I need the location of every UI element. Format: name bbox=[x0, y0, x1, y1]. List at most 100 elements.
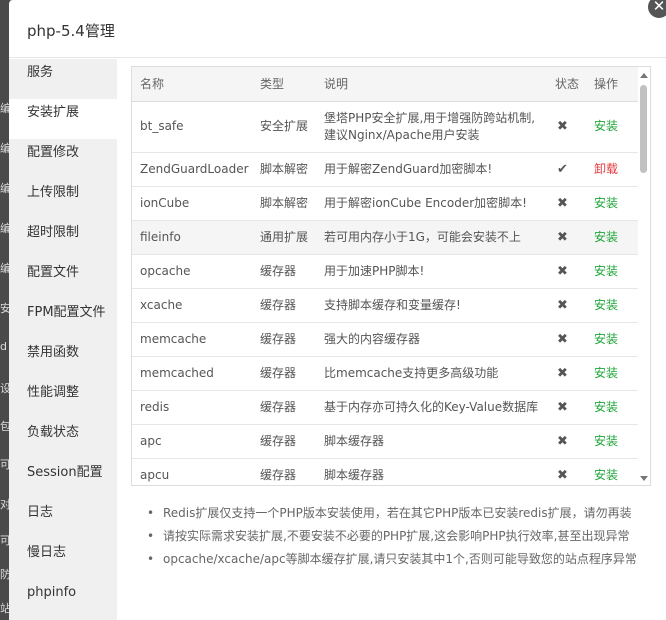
sidebar-item[interactable]: 超时限制 bbox=[9, 219, 117, 259]
sidebar-menu: 服务 安装扩展 配置修改 上传限制 超时限制 配置文件 FPM配置文件 禁用函数 性能调整 负载状… bbox=[9, 59, 117, 620]
not-installed-cross-icon: ✖ bbox=[547, 390, 586, 425]
extensions-table-container: 名称 类型 说明 状态 操作 bt_safe 安全扩展 堡塔PHP安全扩展,用于增强… bbox=[131, 66, 651, 486]
table-row: apcu 缓存器 脚本缓存器 ✖ 安装 bbox=[132, 458, 639, 485]
note-item: opcache/xcache/apc等脚本缓存扩展,请只安装其中1个,否则可能导… bbox=[147, 548, 651, 571]
extension-description: 脚本缓存器 bbox=[316, 424, 547, 459]
extension-type: 脚本解密 bbox=[252, 152, 316, 187]
install-link[interactable]: 安装 bbox=[586, 254, 639, 289]
extension-name: fileinfo bbox=[132, 220, 252, 255]
extension-name: ZendGuardLoader bbox=[132, 152, 252, 187]
sidebar-item[interactable]: 配置文件 bbox=[9, 259, 117, 299]
table-scrollbar[interactable] bbox=[638, 67, 650, 485]
extension-name: redis bbox=[132, 390, 252, 425]
sidebar-item[interactable]: 慢日志 bbox=[9, 539, 117, 579]
header-operation: 操作 bbox=[586, 67, 639, 102]
extension-description: 用于加速PHP脚本! bbox=[316, 254, 547, 289]
extension-description: 支持脚本缓存和变量缓存! bbox=[316, 288, 547, 323]
header-name: 名称 bbox=[132, 67, 252, 102]
table-row: memcached 缓存器 比memcache支持更多高级功能 ✖ 安装 bbox=[132, 356, 639, 391]
note-item: Redis扩展仅支持一个PHP版本安装使用，若在其它PHP版本已安装redis扩… bbox=[147, 502, 651, 525]
sidebar-item[interactable]: 配置修改 bbox=[9, 139, 117, 179]
extensions-panel: 名称 类型 说明 状态 操作 bt_safe 安全扩展 堡塔PHP安全扩展,用于增强… bbox=[131, 66, 651, 571]
php-manager-dialog: php-5.4管理 ✕ 服务 安装扩展 配置修改 上传限制 超时限制 配置文件 FPM配置文… bbox=[9, 0, 666, 620]
table-row: redis 缓存器 基于内存亦可持久化的Key-Value数据库 ✖ 安装 bbox=[132, 390, 639, 425]
extension-description: 脚本缓存器 bbox=[316, 458, 547, 485]
sidebar-item[interactable]: phpinfo bbox=[9, 579, 117, 619]
install-link[interactable]: 安装 bbox=[586, 288, 639, 323]
dialog-title: php-5.4管理 bbox=[9, 0, 666, 58]
extension-description: 若可用内存小于1G，可能会安装不上 bbox=[316, 220, 547, 255]
sidebar-item[interactable]: 禁用函数 bbox=[9, 339, 117, 379]
extension-description: 比memcache支持更多高级功能 bbox=[316, 356, 547, 391]
sidebar-item[interactable]: Session配置 bbox=[9, 459, 117, 499]
table-row: ionCube 脚本解密 用于解密ionCube Encoder加密脚本! ✖ 安装 bbox=[132, 186, 639, 221]
sidebar-item[interactable]: FPM配置文件 bbox=[9, 299, 117, 339]
install-link[interactable]: 安装 bbox=[586, 424, 639, 459]
not-installed-cross-icon: ✖ bbox=[547, 220, 586, 255]
table-row: memcache 缓存器 强大的内容缓存器 ✖ 安装 bbox=[132, 322, 639, 357]
extension-name: xcache bbox=[132, 288, 252, 323]
not-installed-cross-icon: ✖ bbox=[547, 356, 586, 391]
install-link[interactable]: 安装 bbox=[586, 322, 639, 357]
extension-description: 用于解密ionCube Encoder加密脚本! bbox=[316, 186, 547, 221]
installed-check-icon: ✔ bbox=[547, 152, 586, 187]
extension-description: 基于内存亦可持久化的Key-Value数据库 bbox=[316, 390, 547, 425]
extension-name: ionCube bbox=[132, 186, 252, 221]
sidebar-item[interactable]: 上传限制 bbox=[9, 179, 117, 219]
table-row: bt_safe 安全扩展 堡塔PHP安全扩展,用于增强防跨站机制,建议Nginx/A… bbox=[132, 101, 639, 153]
scroll-down-arrow-icon[interactable] bbox=[640, 476, 648, 481]
header-status: 状态 bbox=[547, 67, 586, 102]
table-row: opcache 缓存器 用于加速PHP脚本! ✖ 安装 bbox=[132, 254, 639, 289]
uninstall-link[interactable]: 卸载 bbox=[586, 152, 639, 187]
extension-name: memcached bbox=[132, 356, 252, 391]
table-row: apc 缓存器 脚本缓存器 ✖ 安装 bbox=[132, 424, 639, 459]
extension-type: 缓存器 bbox=[252, 390, 316, 425]
extension-name: apc bbox=[132, 424, 252, 459]
sidebar-item[interactable]: 安装扩展 bbox=[9, 99, 117, 139]
note-item: 请按实际需求安装扩展,不要安装不必要的PHP扩展,这会影响PHP执行效率,甚至出… bbox=[147, 525, 651, 548]
extension-type: 缓存器 bbox=[252, 254, 316, 289]
extension-type: 脚本解密 bbox=[252, 186, 316, 221]
extensions-table: 名称 类型 说明 状态 操作 bt_safe 安全扩展 堡塔PHP安全扩展,用于增强… bbox=[132, 67, 639, 485]
extension-description: 用于解密ZendGuard加密脚本! bbox=[316, 152, 547, 187]
extension-type: 缓存器 bbox=[252, 322, 316, 357]
table-row: xcache 缓存器 支持脚本缓存和变量缓存! ✖ 安装 bbox=[132, 288, 639, 323]
install-link[interactable]: 安装 bbox=[586, 458, 639, 485]
extension-type: 缓存器 bbox=[252, 288, 316, 323]
table-row: ZendGuardLoader 脚本解密 用于解密ZendGuard加密脚本! ✔ 卸载 bbox=[132, 152, 639, 187]
extension-type: 通用扩展 bbox=[252, 220, 316, 255]
install-link[interactable]: 安装 bbox=[586, 356, 639, 391]
extension-type: 缓存器 bbox=[252, 356, 316, 391]
not-installed-cross-icon: ✖ bbox=[547, 424, 586, 459]
extension-name: opcache bbox=[132, 254, 252, 289]
table-row: fileinfo 通用扩展 若可用内存小于1G，可能会安装不上 ✖ 安装 bbox=[132, 220, 639, 255]
sidebar-item[interactable]: 负载状态 bbox=[9, 419, 117, 459]
extension-type: 缓存器 bbox=[252, 424, 316, 459]
header-description: 说明 bbox=[316, 67, 547, 102]
scroll-up-arrow-icon[interactable] bbox=[640, 73, 648, 78]
extension-name: memcache bbox=[132, 322, 252, 357]
not-installed-cross-icon: ✖ bbox=[547, 186, 586, 221]
extension-description: 堡塔PHP安全扩展,用于增强防跨站机制,建议Nginx/Apache用户安装 bbox=[316, 101, 547, 153]
extension-name: apcu bbox=[132, 458, 252, 485]
not-installed-cross-icon: ✖ bbox=[547, 254, 586, 289]
install-link[interactable]: 安装 bbox=[586, 220, 639, 255]
extension-name: bt_safe bbox=[132, 101, 252, 153]
install-link[interactable]: 安装 bbox=[586, 390, 639, 425]
extension-type: 安全扩展 bbox=[252, 101, 316, 153]
header-type: 类型 bbox=[252, 67, 316, 102]
extension-type: 缓存器 bbox=[252, 458, 316, 485]
not-installed-cross-icon: ✖ bbox=[547, 288, 586, 323]
extension-description: 强大的内容缓存器 bbox=[316, 322, 547, 357]
scrollbar-thumb[interactable] bbox=[640, 85, 647, 173]
sidebar-item[interactable]: 服务 bbox=[9, 59, 117, 99]
install-link[interactable]: 安装 bbox=[586, 186, 639, 221]
not-installed-cross-icon: ✖ bbox=[547, 101, 586, 153]
not-installed-cross-icon: ✖ bbox=[547, 322, 586, 357]
sidebar-item[interactable]: 性能调整 bbox=[9, 379, 117, 419]
sidebar-item[interactable]: 日志 bbox=[9, 499, 117, 539]
table-header-row: 名称 类型 说明 状态 操作 bbox=[132, 67, 639, 102]
install-link[interactable]: 安装 bbox=[586, 101, 639, 153]
notes-list: Redis扩展仅支持一个PHP版本安装使用，若在其它PHP版本已安装redis扩… bbox=[131, 502, 651, 571]
not-installed-cross-icon: ✖ bbox=[547, 458, 586, 485]
